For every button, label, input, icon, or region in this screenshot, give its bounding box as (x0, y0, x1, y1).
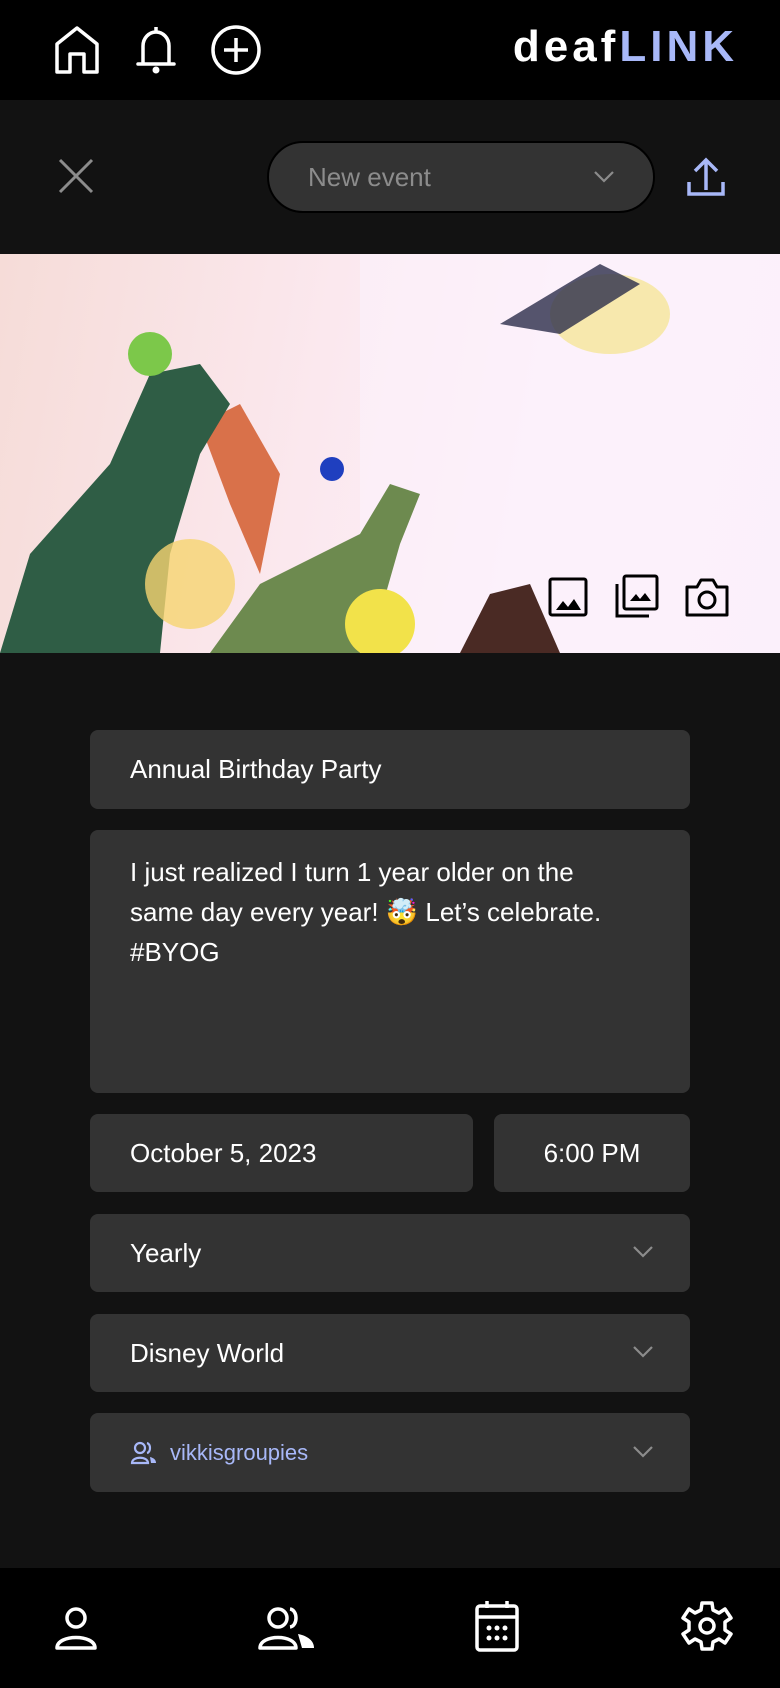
event-date-input[interactable]: October 5, 2023 (90, 1114, 473, 1192)
location-dropdown[interactable]: Disney World (90, 1314, 690, 1392)
profile-icon[interactable] (54, 1606, 98, 1650)
group-icon (130, 1441, 156, 1464)
plus-circle-icon[interactable] (211, 24, 261, 76)
close-icon[interactable] (58, 158, 94, 194)
event-time-input[interactable]: 6:00 PM (494, 1114, 690, 1192)
group-dropdown[interactable]: vikkisgroupies (90, 1413, 690, 1492)
chevron-down-icon (633, 1346, 653, 1358)
chevron-down-icon (594, 171, 614, 183)
event-type-value: New event (308, 161, 431, 192)
repeat-dropdown[interactable]: Yearly (90, 1214, 690, 1292)
camera-icon[interactable] (685, 577, 729, 617)
event-title-input[interactable]: Annual Birthday Party (90, 730, 690, 809)
image-icon[interactable] (548, 577, 588, 617)
event-title-value: Annual Birthday Party (130, 754, 382, 784)
chevron-down-icon (633, 1445, 653, 1458)
group-value: vikkisgroupies (170, 1439, 309, 1465)
location-value: Disney World (130, 1337, 285, 1368)
event-toolbar: New event (0, 100, 780, 254)
groups-icon[interactable] (258, 1606, 316, 1650)
chevron-down-icon (633, 1246, 653, 1258)
top-bar: deafLINK (0, 0, 780, 100)
upload-icon[interactable] (686, 156, 726, 198)
calendar-icon[interactable] (474, 1600, 520, 1652)
event-description-value: I just realized I turn 1 year older on t… (130, 857, 602, 967)
settings-icon[interactable] (681, 1600, 733, 1652)
app-logo: deafLINK (513, 22, 738, 72)
cover-photo-dinosaurs (0, 254, 780, 653)
event-description-textarea[interactable]: I just realized I turn 1 year older on t… (90, 830, 690, 1093)
event-cover-image[interactable] (0, 254, 780, 653)
event-date-value: October 5, 2023 (130, 1137, 317, 1168)
home-icon[interactable] (52, 24, 102, 76)
bell-icon[interactable] (131, 24, 181, 76)
logo-text-accent: LINK (619, 22, 738, 71)
event-time-value: 6:00 PM (543, 1137, 641, 1168)
repeat-value: Yearly (130, 1237, 202, 1268)
bottom-nav (0, 1568, 780, 1688)
event-type-dropdown[interactable]: New event (267, 141, 655, 213)
gallery-icon[interactable] (615, 574, 659, 618)
logo-text: deaf (512, 22, 620, 71)
